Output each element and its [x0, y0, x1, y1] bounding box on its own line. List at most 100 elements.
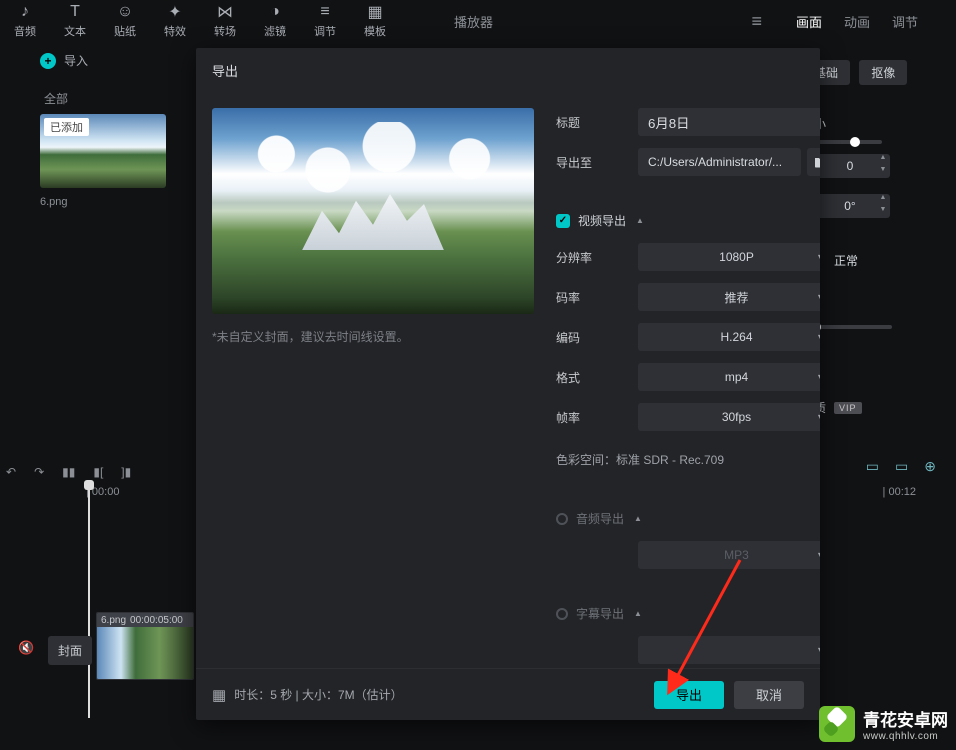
tool-adjust[interactable]: ≡ 调节 — [300, 0, 350, 42]
tool-sticker[interactable]: ☺贴纸 — [100, 0, 150, 42]
media-all-label[interactable]: 全部 — [44, 90, 68, 107]
tool-label: 转场 — [214, 23, 236, 39]
split-icon[interactable]: ▮▮ — [62, 465, 75, 479]
thumbnail-image: 已添加 — [40, 114, 166, 188]
tool-template[interactable]: ▦ 模板 — [350, 0, 400, 42]
import-button[interactable]: + 导入 — [40, 52, 88, 69]
radio-unchecked-icon — [556, 608, 568, 620]
tool-label: 文本 — [64, 23, 86, 39]
video-export-section[interactable]: ✓ 视频导出 ▲ — [556, 212, 820, 229]
cover-button[interactable]: 封面 — [48, 636, 92, 665]
tab-adjust[interactable]: 调节 — [892, 12, 918, 31]
player-menu-icon[interactable]: ≡ — [751, 11, 762, 32]
sticker-icon: ☺ — [116, 3, 134, 21]
radio-unchecked-icon — [556, 513, 568, 525]
format-dropdown[interactable]: mp4 ▼ — [638, 363, 820, 391]
spin-up-icon[interactable]: ▲ — [876, 194, 890, 206]
tool-c-icon[interactable]: ⊕ — [924, 458, 936, 475]
tool-a-icon[interactable]: ▭ — [866, 458, 879, 475]
spin-down-icon[interactable]: ▼ — [876, 206, 890, 218]
tool-text[interactable]: T文本 — [50, 0, 100, 42]
blend-mode[interactable]: 式 正常 — [802, 248, 932, 272]
bitrate-dropdown[interactable]: 推荐 ▼ — [638, 283, 820, 311]
right-tabs: 画面 动画 调节 — [776, 0, 956, 42]
pill-cutout[interactable]: 抠像 — [859, 60, 907, 85]
chevron-down-icon: ▼ — [816, 252, 820, 262]
vip-badge: VIP — [834, 402, 862, 414]
film-icon: ▦ — [212, 686, 226, 704]
tool-b-icon[interactable]: ▭ — [895, 458, 908, 475]
caret-icon: ▲ — [634, 514, 642, 523]
bitrate-value: 推荐 — [724, 289, 748, 306]
undo-icon[interactable]: ↶ — [6, 465, 16, 479]
resolution-value: 1080P — [719, 250, 754, 264]
template-icon: ▦ — [366, 3, 384, 21]
encoding-dropdown[interactable]: H.264▼ — [638, 323, 820, 351]
clip-header: 6.png 00:00:05:00 — [97, 613, 193, 627]
transition-icon: ⋈ — [216, 3, 234, 21]
audio-format-dropdown: MP3▼ — [638, 541, 820, 569]
encoding-value: H.264 — [720, 330, 752, 344]
cut-right-icon[interactable]: ]▮ — [121, 465, 131, 479]
tool-label: 滤镜 — [264, 23, 286, 39]
clip-duration: 00:00:05:00 — [130, 615, 183, 626]
tool-transition[interactable]: ⋈ 转场 — [200, 0, 250, 42]
tool-label: 调节 — [314, 23, 336, 39]
preview-image — [212, 108, 534, 314]
tool-audio[interactable]: ♪音频 — [0, 0, 50, 42]
folder-icon — [814, 156, 820, 168]
filter-icon: ◑ — [266, 3, 284, 21]
cancel-button[interactable]: 取消 — [734, 681, 804, 709]
path-value: C:/Users/Administrator/... — [638, 148, 801, 176]
x-value: 0 — [824, 159, 876, 173]
rotation-value: 0° — [824, 199, 876, 213]
spin-up-icon[interactable]: ▲ — [876, 154, 890, 166]
playhead[interactable] — [88, 486, 90, 718]
resolution-dropdown[interactable]: 1080P ▼ — [638, 243, 820, 271]
checkbox-checked-icon: ✓ — [556, 214, 570, 228]
media-thumbnail[interactable]: 已添加 6.png — [40, 114, 166, 208]
tab-anim[interactable]: 动画 — [844, 12, 870, 31]
ruler-end: | 00:12 — [883, 486, 916, 498]
cover-tip: *未自定义封面，建议去时间线设置。 — [212, 328, 534, 345]
fx-icon: ✦ — [166, 3, 184, 21]
tool-label: 特效 — [164, 23, 186, 39]
fps-label: 帧率 — [556, 409, 638, 426]
bitrate-label: 码率 — [556, 289, 638, 306]
spin-down-icon[interactable]: ▼ — [876, 166, 890, 178]
export-modal: 导出 *未自定义封面，建议去时间线设置。 标题 导出至 C:/Users/Adm… — [196, 48, 820, 720]
watermark-name: 青花安卓网 — [863, 706, 948, 731]
chevron-down-icon: ▼ — [816, 550, 820, 560]
format-label: 格式 — [556, 369, 638, 386]
chevron-down-icon: ▼ — [816, 372, 820, 382]
redo-icon[interactable]: ↷ — [34, 465, 44, 479]
folder-button[interactable] — [807, 148, 820, 176]
audio-export-section[interactable]: 音频导出 ▲ — [556, 510, 820, 527]
title-input[interactable] — [638, 108, 820, 136]
format-value: mp4 — [725, 370, 748, 384]
tab-picture[interactable]: 画面 — [796, 12, 822, 31]
export-button[interactable]: 导出 — [654, 681, 724, 709]
colorspace-info: 色彩空间：标准 SDR - Rec.709 — [556, 451, 820, 468]
chevron-down-icon: ▼ — [816, 412, 820, 422]
subtitle-dropdown: ▼ — [638, 636, 820, 664]
watermark: 青花安卓网 www.qhhlv.com — [819, 706, 948, 742]
tool-fx[interactable]: ✦ 特效 — [150, 0, 200, 42]
tool-filter[interactable]: ◑ 滤镜 — [250, 0, 300, 42]
fps-value: 30fps — [722, 410, 751, 424]
encoding-label: 编码 — [556, 329, 638, 346]
chevron-down-icon: ▼ — [816, 292, 820, 302]
tool-label: 模板 — [364, 23, 386, 39]
opacity-label: 度 — [802, 300, 940, 317]
clip-name: 6.png — [101, 615, 126, 626]
cut-left-icon[interactable]: ▮[ — [93, 465, 103, 479]
subtitle-export-section[interactable]: 字幕导出 ▲ — [556, 605, 820, 622]
fps-dropdown[interactable]: 30fps ▼ — [638, 403, 820, 431]
player-panel: 播放器 ≡ — [440, 0, 776, 42]
adjust-icon: ≡ — [316, 3, 334, 21]
timeline-right-tools: ▭ ▭ ⊕ — [866, 458, 936, 475]
timeline-clip[interactable]: 6.png 00:00:05:00 — [96, 612, 194, 680]
mute-icon[interactable]: 🔇 — [18, 640, 34, 656]
player-title: 播放器 — [454, 12, 493, 31]
tool-label: 音频 — [14, 23, 36, 39]
